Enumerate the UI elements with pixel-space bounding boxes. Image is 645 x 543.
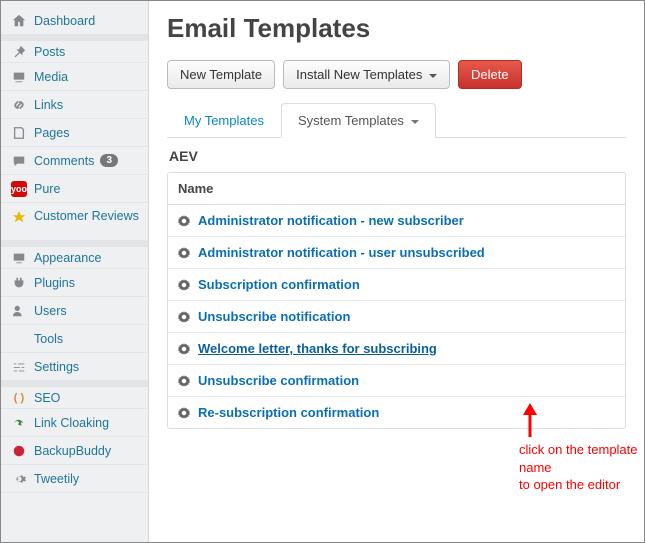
media-icon — [11, 69, 27, 85]
sidebar-label: BackupBuddy — [34, 444, 111, 458]
sidebar-item-seo[interactable]: ( ) SEO — [1, 381, 148, 409]
template-link[interactable]: Unsubscribe confirmation — [198, 373, 359, 388]
annotation-line2: to open the editor — [519, 476, 644, 494]
sidebar-label: Pages — [34, 126, 69, 140]
template-tabs: My Templates System Templates — [167, 103, 626, 138]
table-row: Administrator notification - user unsubs… — [168, 237, 625, 269]
sidebar-label: Appearance — [34, 251, 101, 265]
sidebar-label: Tools — [34, 332, 63, 346]
sidebar-item-appearance[interactable]: Appearance — [1, 241, 148, 269]
annotation-line1: click on the template name — [519, 441, 644, 476]
gear-icon — [178, 407, 190, 419]
column-name: Name — [168, 173, 625, 205]
comment-icon — [11, 153, 27, 169]
template-link[interactable]: Administrator notification - new subscri… — [198, 213, 464, 228]
template-link[interactable]: Welcome letter, thanks for subscribing — [198, 341, 437, 356]
main-content: Email Templates New Template Install New… — [149, 1, 644, 542]
tab-my-templates[interactable]: My Templates — [167, 103, 281, 137]
sidebar-item-media[interactable]: Media — [1, 63, 148, 91]
sidebar-item-pure[interactable]: yoo Pure — [1, 175, 148, 203]
yoo-icon: yoo — [11, 181, 27, 197]
table-row: Administrator notification - new subscri… — [168, 205, 625, 237]
sidebar-item-plugins[interactable]: Plugins — [1, 269, 148, 297]
sidebar-label: Plugins — [34, 276, 75, 290]
gear-icon — [178, 279, 190, 291]
sidebar-item-tweetily[interactable]: Tweetily — [1, 465, 148, 493]
gear-icon — [178, 343, 190, 355]
sidebar-item-links[interactable]: Links — [1, 91, 148, 119]
sidebar-label: Tweetily — [34, 472, 79, 486]
link-icon — [11, 97, 27, 113]
backup-icon — [11, 443, 27, 459]
sidebar-label: Posts — [34, 45, 65, 59]
sidebar-label: Media — [34, 70, 68, 84]
sidebar-item-posts[interactable]: Posts — [1, 35, 148, 63]
sidebar-label: Pure — [34, 182, 60, 196]
sidebar-item-link-cloaking[interactable]: Link Cloaking — [1, 409, 148, 437]
table-row: Unsubscribe confirmation — [168, 365, 625, 397]
sidebar-item-backupbuddy[interactable]: BackupBuddy — [1, 437, 148, 465]
delete-button[interactable]: Delete — [458, 60, 522, 89]
table-row: Welcome letter, thanks for subscribing — [168, 333, 625, 365]
template-link[interactable]: Subscription confirmation — [198, 277, 360, 292]
page-title: Email Templates — [167, 13, 626, 44]
sidebar-label: Comments — [34, 154, 94, 168]
table-row: Subscription confirmation — [168, 269, 625, 301]
annotation-arrow-icon — [516, 399, 546, 442]
template-link[interactable]: Administrator notification - user unsubs… — [198, 245, 485, 260]
gear-icon — [178, 247, 190, 259]
sidebar-item-tools[interactable]: Tools — [1, 325, 148, 353]
template-link[interactable]: Unsubscribe notification — [198, 309, 350, 324]
admin-sidebar: Dashboard Posts Media Links Pages Commen… — [1, 1, 149, 542]
gear-icon — [11, 471, 27, 487]
plug-icon — [11, 275, 27, 291]
star-icon — [11, 209, 27, 225]
page-icon — [11, 125, 27, 141]
comments-badge: 3 — [100, 154, 118, 167]
sidebar-label: Link Cloaking — [34, 416, 109, 430]
annotation-text: click on the template name to open the e… — [519, 441, 644, 494]
sidebar-label: Users — [34, 304, 67, 318]
sidebar-item-settings[interactable]: Settings — [1, 353, 148, 381]
template-link[interactable]: Re-subscription confirmation — [198, 405, 379, 420]
install-templates-button[interactable]: Install New Templates — [283, 60, 450, 89]
tab-system-templates[interactable]: System Templates — [281, 103, 436, 138]
sidebar-item-comments[interactable]: Comments 3 — [1, 147, 148, 175]
action-buttons: New Template Install New Templates Delet… — [167, 60, 626, 89]
gear-icon — [178, 375, 190, 387]
sidebar-item-dashboard[interactable]: Dashboard — [1, 7, 148, 35]
sidebar-item-customer-reviews[interactable]: Customer Reviews — [1, 203, 148, 241]
appearance-icon — [11, 250, 27, 266]
table-row: Re-subscription confirmation — [168, 397, 625, 428]
gear-icon — [178, 311, 190, 323]
pin-icon — [11, 44, 27, 60]
settings-icon — [11, 359, 27, 375]
caret-down-icon — [429, 74, 437, 78]
caret-down-icon — [411, 120, 419, 124]
tools-icon — [11, 331, 27, 347]
sidebar-item-pages[interactable]: Pages — [1, 119, 148, 147]
users-icon — [11, 303, 27, 319]
home-icon — [11, 13, 27, 29]
sidebar-item-users[interactable]: Users — [1, 297, 148, 325]
seo-icon: ( ) — [11, 390, 27, 406]
templates-table: Name Administrator notification - new su… — [167, 172, 626, 429]
table-row: Unsubscribe notification — [168, 301, 625, 333]
new-template-button[interactable]: New Template — [167, 60, 275, 89]
sidebar-label: Dashboard — [34, 14, 95, 28]
sidebar-label: Customer Reviews — [34, 209, 139, 225]
sidebar-label: Settings — [34, 360, 79, 374]
install-templates-label: Install New Templates — [296, 67, 422, 82]
sidebar-label: Links — [34, 98, 63, 112]
arrow-icon — [11, 415, 27, 431]
tab-system-label: System Templates — [298, 113, 404, 128]
gear-icon — [178, 215, 190, 227]
sidebar-label: SEO — [34, 391, 60, 405]
section-heading: AEV — [169, 148, 624, 164]
